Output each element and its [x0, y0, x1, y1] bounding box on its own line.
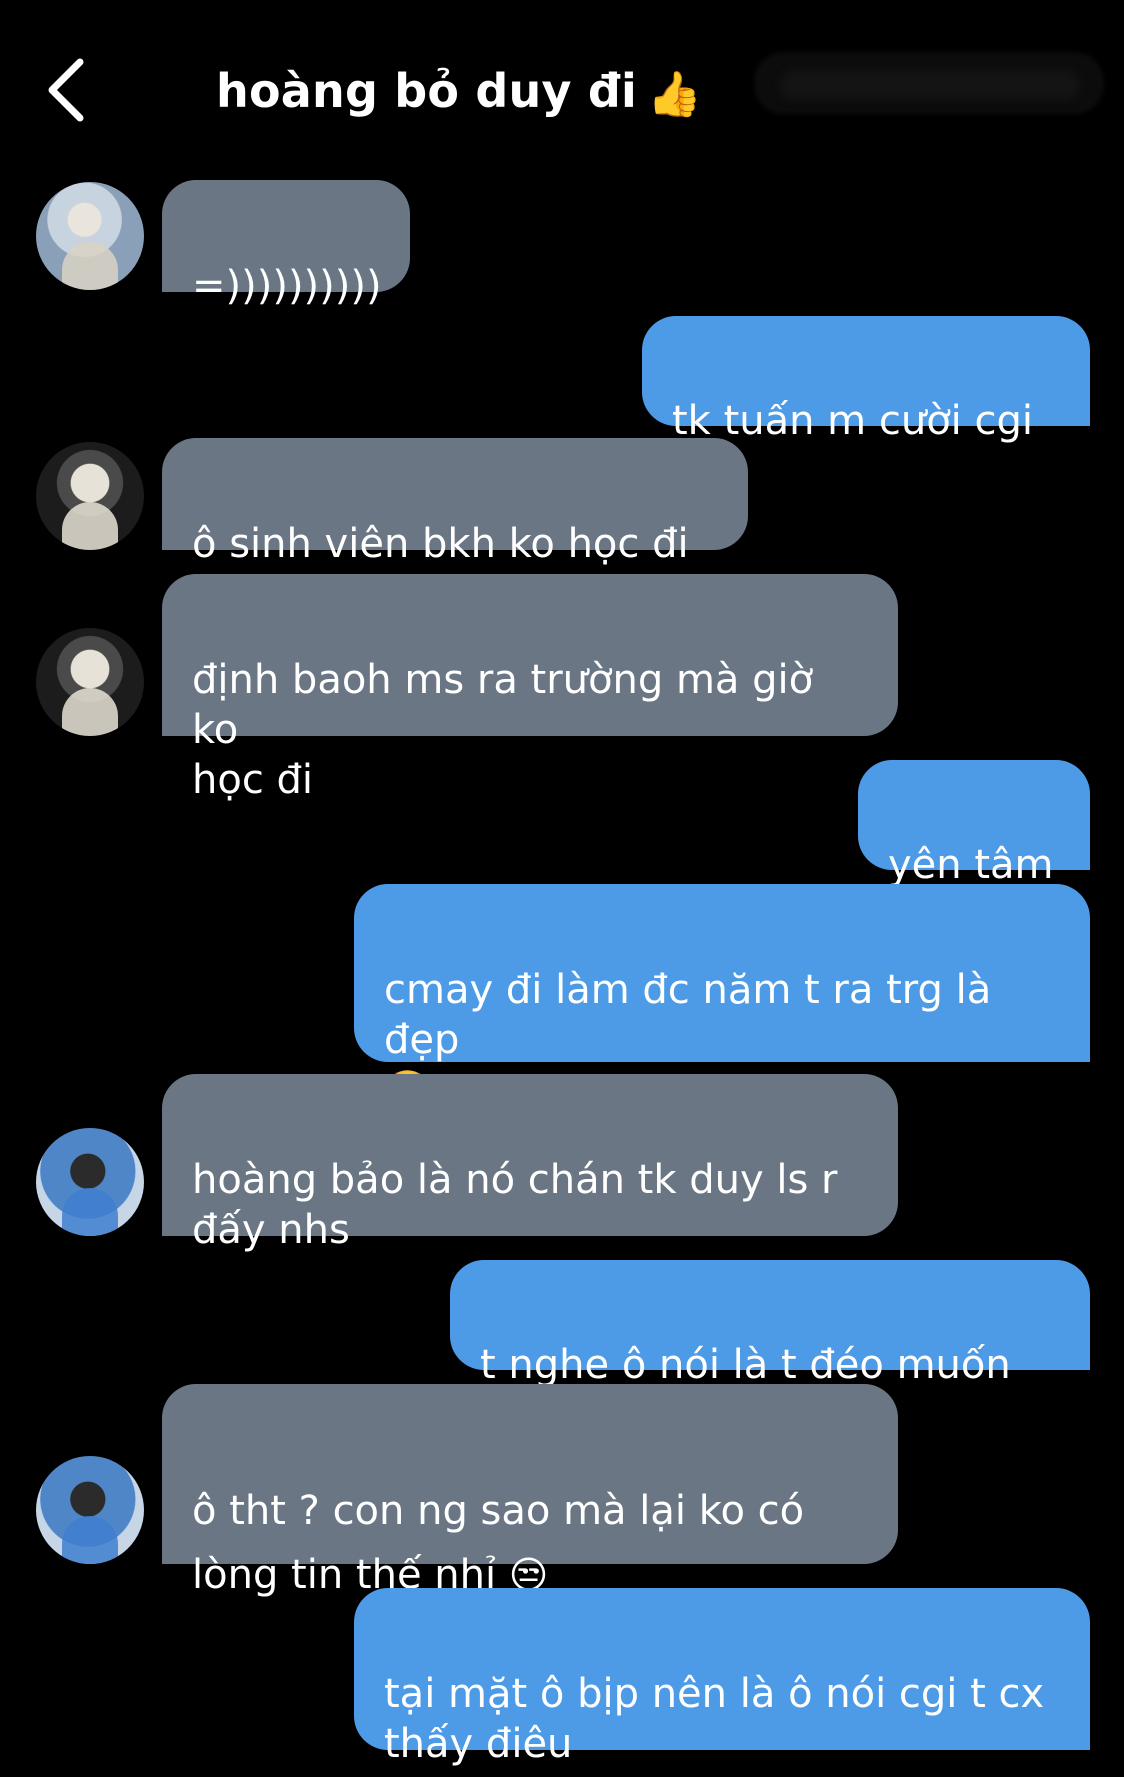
sender-avatar[interactable]	[36, 628, 144, 736]
message-bubble-incoming[interactable]: ô tht ? con ng sao mà lại ko có lòng tin…	[162, 1384, 898, 1598]
message-text: =))))))))))	[192, 263, 382, 309]
message-text: yên tâm	[888, 842, 1054, 888]
message-bubble-outgoing[interactable]: cmay đi làm đc năm t ra trg là đẹp 🤩	[354, 884, 1090, 1112]
sender-avatar[interactable]	[36, 1456, 144, 1564]
message-bubble-incoming[interactable]: ô sinh viên bkh ko học đi à	[162, 438, 748, 617]
sender-avatar[interactable]	[36, 1128, 144, 1236]
message-text: hoàng bảo là nó chán tk duy ls r đấy nhs	[192, 1157, 838, 1253]
message-bubble-outgoing[interactable]: t nghe ô nói là t đéo muốn tin	[450, 1260, 1090, 1438]
redacted-area-inner	[780, 70, 1080, 100]
message-bubble-outgoing[interactable]: tại mặt ô bịp nên là ô nói cgi t cx thấy…	[354, 1588, 1090, 1767]
message-bubble-incoming[interactable]: =))))))))))	[162, 180, 410, 309]
chat-header: hoàng bỏ duy đi 👍	[0, 0, 1124, 170]
message-text: tại mặt ô bịp nên là ô nói cgi t cx thấy…	[384, 1671, 1045, 1767]
back-button[interactable]	[44, 56, 88, 124]
thumbs-up-emoji: 👍	[647, 69, 702, 120]
message-bubble-incoming[interactable]: hoàng bảo là nó chán tk duy ls r đấy nhs	[162, 1074, 898, 1253]
sender-avatar[interactable]	[36, 182, 144, 290]
chat-title-text: hoàng bỏ duy đi	[216, 64, 637, 118]
message-text: cmay đi làm đc năm t ra trg là đẹp	[384, 967, 992, 1063]
message-text: định baoh ms ra trường mà giờ ko học đi	[192, 657, 814, 803]
sender-avatar[interactable]	[36, 442, 144, 550]
message-bubble-incoming[interactable]: định baoh ms ra trường mà giờ ko học đi	[162, 574, 898, 803]
chevron-left-icon	[48, 58, 84, 122]
message-bubble-outgoing[interactable]: yên tâm	[858, 760, 1090, 888]
message-bubble-outgoing[interactable]: tk tuấn m cười cgi ?	[642, 316, 1090, 494]
chat-title[interactable]: hoàng bỏ duy đi 👍	[216, 64, 702, 120]
message-text: ô tht ? con ng sao mà lại ko có lòng tin…	[192, 1488, 805, 1598]
